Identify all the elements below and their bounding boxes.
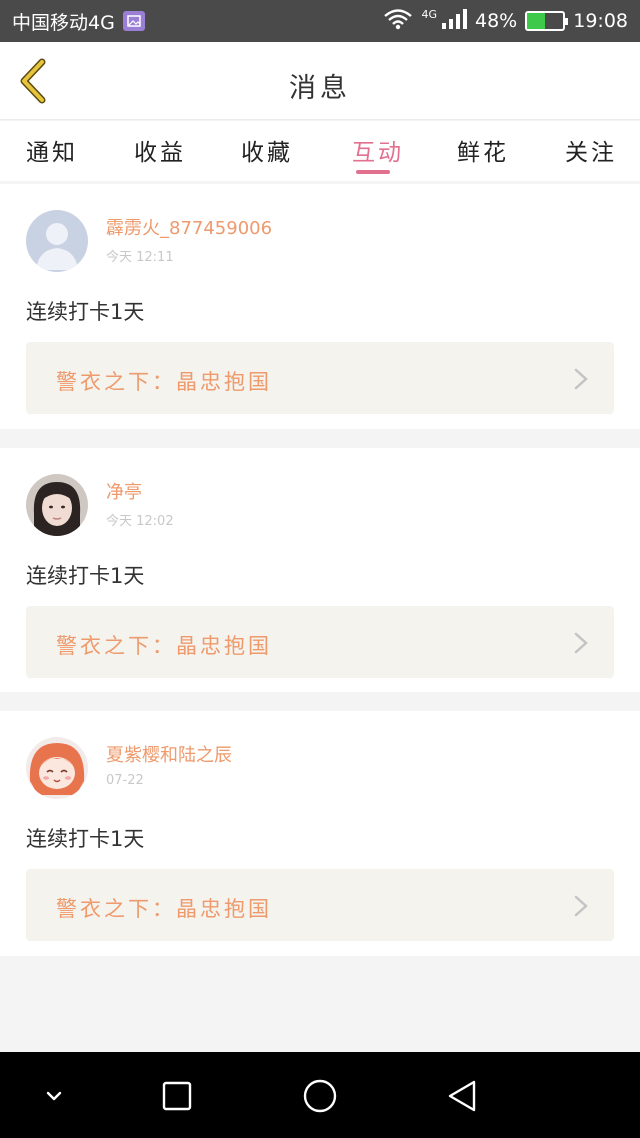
book-title: 警衣之下：晶忠抱国 <box>56 634 272 658</box>
username[interactable]: 霹雳火_877459006 <box>106 214 272 240</box>
message-time: 今天 12:02 <box>106 514 174 529</box>
book-title: 警衣之下：晶忠抱国 <box>56 897 272 921</box>
book-link[interactable]: 警衣之下：晶忠抱国 <box>26 342 614 414</box>
message-content: 连续打卡1天 <box>26 300 145 324</box>
tab-following[interactable]: 关注 <box>565 133 617 167</box>
battery-icon <box>525 11 569 31</box>
message-content: 连续打卡1天 <box>26 827 145 851</box>
username[interactable]: 夏紫樱和陆之辰 <box>106 741 232 767</box>
signal-icon <box>441 8 467 35</box>
chevron-right-icon <box>574 632 588 654</box>
avatar[interactable] <box>26 737 88 799</box>
home-circle-icon[interactable] <box>298 1074 342 1118</box>
recents-square-icon[interactable] <box>155 1074 199 1118</box>
tab-interactions[interactable]: 互动 <box>352 133 404 167</box>
message-time: 07-22 <box>106 773 144 788</box>
book-link[interactable]: 警衣之下：晶忠抱国 <box>26 606 614 678</box>
message-card: 夏紫樱和陆之辰 07-22 连续打卡1天 警衣之下：晶忠抱国 <box>0 711 640 956</box>
wifi-icon <box>383 8 413 35</box>
system-navigation-bar <box>0 1052 640 1138</box>
page-title: 消息 <box>289 73 351 104</box>
tab-bar: 通知 收益 收藏 互动 鲜花 关注 <box>0 121 640 181</box>
avatar[interactable] <box>26 210 88 272</box>
message-content: 连续打卡1天 <box>26 564 145 588</box>
book-link[interactable]: 警衣之下：晶忠抱国 <box>26 869 614 941</box>
tab-earnings[interactable]: 收益 <box>134 133 186 167</box>
avatar[interactable] <box>26 474 88 536</box>
tab-flowers[interactable]: 鲜花 <box>457 133 509 167</box>
carrier-label: 中国移动4G <box>12 11 115 34</box>
tab-favorites[interactable]: 收藏 <box>241 133 293 167</box>
book-title: 警衣之下：晶忠抱国 <box>56 370 272 394</box>
clock: 19:08 <box>573 10 628 32</box>
message-time: 今天 12:11 <box>106 250 174 265</box>
back-triangle-icon[interactable] <box>440 1074 484 1118</box>
message-card: 霹雳火_877459006 今天 12:11 连续打卡1天 警衣之下：晶忠抱国 <box>0 184 640 429</box>
battery-fill <box>527 13 545 29</box>
active-tab-indicator <box>356 170 390 174</box>
chevron-right-icon <box>574 368 588 390</box>
username[interactable]: 净亭 <box>106 478 142 504</box>
status-bar: 中国移动4G 4G 48% 19:08 <box>0 0 640 42</box>
app-header: 消息 <box>0 42 640 120</box>
chevron-down-icon[interactable] <box>32 1074 76 1118</box>
gallery-notification-icon <box>122 11 145 31</box>
tab-notifications[interactable]: 通知 <box>26 133 78 167</box>
network-type-label: 4G <box>421 7 437 21</box>
battery-percent: 48% <box>475 10 518 32</box>
message-card: 净亭 今天 12:02 连续打卡1天 警衣之下：晶忠抱国 <box>0 448 640 692</box>
chevron-right-icon <box>574 895 588 917</box>
